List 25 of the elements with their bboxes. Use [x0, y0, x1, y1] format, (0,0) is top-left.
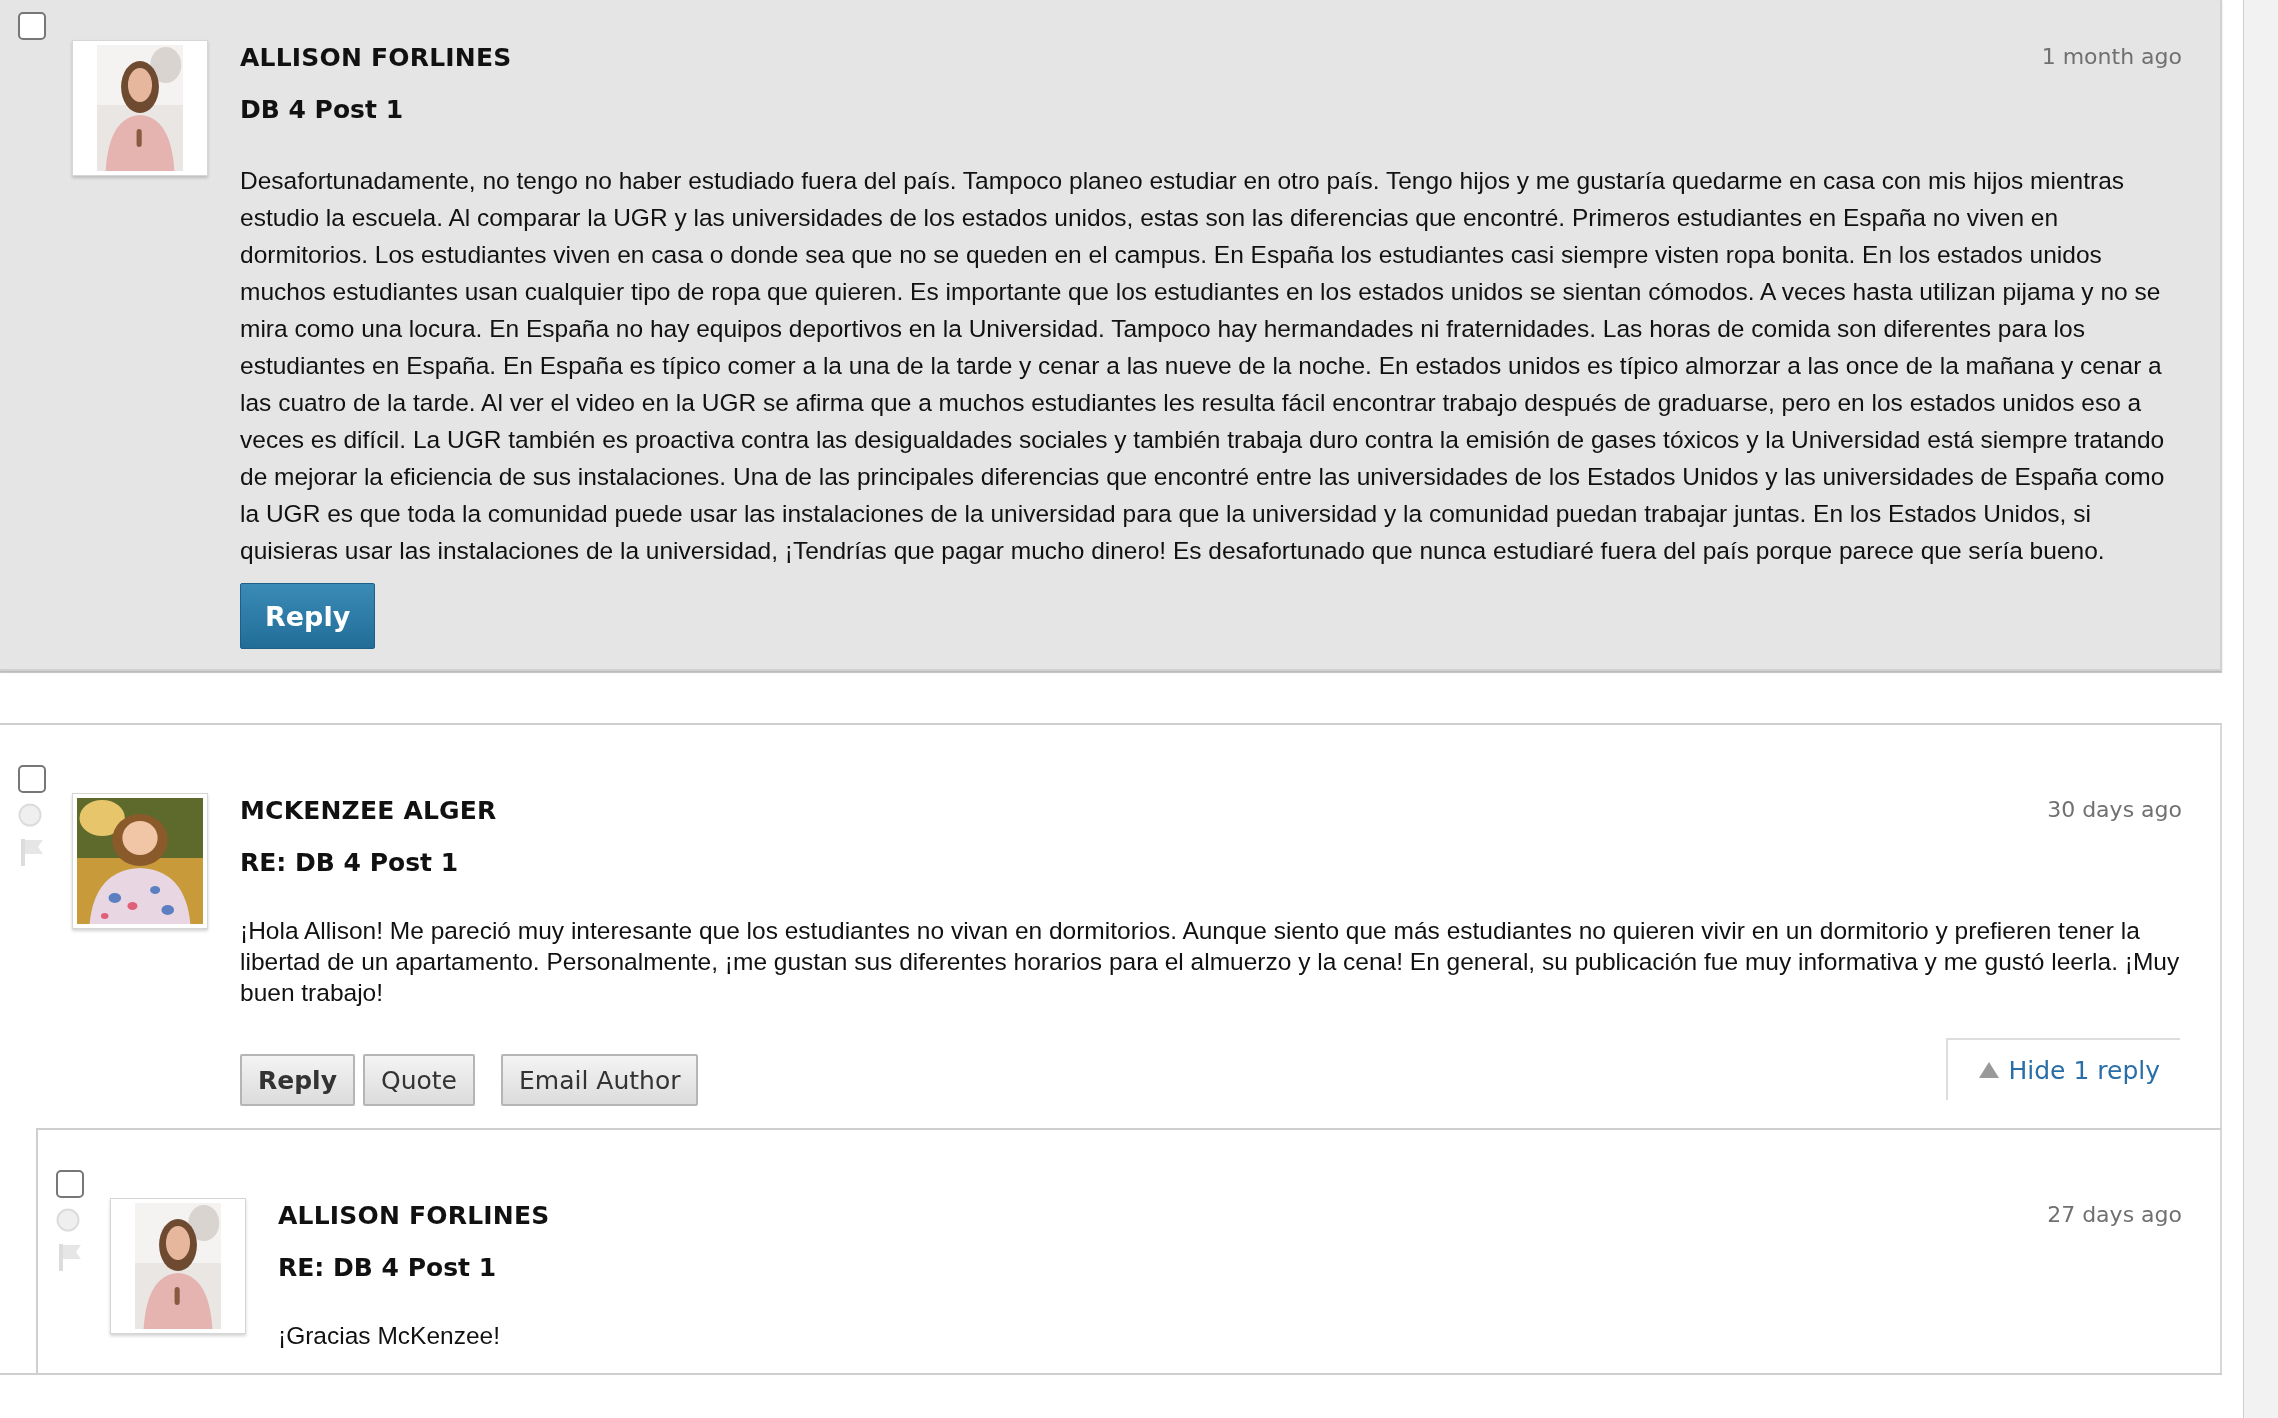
author-name: ALLISON FORLINES [240, 42, 512, 74]
flag-icon[interactable] [20, 837, 46, 867]
unread-dot-icon[interactable] [18, 803, 42, 827]
post-time: 30 days ago [2047, 796, 2182, 824]
post-action-button[interactable]: Email Author [501, 1054, 699, 1106]
post-time: 1 month ago [2041, 43, 2182, 71]
replies-toggle[interactable]: Hide 1 reply [1946, 1038, 2180, 1100]
post-subject: RE: DB 4 Post 1 [278, 1252, 498, 1284]
author-name: ALLISON FORLINES [278, 1200, 550, 1232]
post-subject: DB 4 Post 1 [240, 94, 405, 126]
post-body: ¡Hola Allison! Me pareció muy interesante que los estudiantes no vivan en dormitorios. Aunque siento que más estudiantes no quieren vivir en un dormitorio y prefieren tener la libertad de un apartamento. Personalmente, ¡me gustan sus diferentes horarios para el almuerzo y la cena! En general, su publicación fue muy informativa y me gustó leerla. ¡Muy buen trabajo! [240, 916, 2181, 1008]
post-body: ¡Gracias McKenzee! [278, 1321, 501, 1351]
post-time: 27 days ago [2047, 1201, 2182, 1229]
triangle-icon [1978, 1061, 2001, 1079]
checkbox[interactable] [18, 12, 46, 40]
flag-icon[interactable] [58, 1242, 84, 1272]
post-body: Desafortunadamente, no tengo no haber estudiado fuera del país. Tampoco planeo estudiar en otro país. Tengo hijos y me gustaría quedarme en casa con mis hijos mientras estudio la escuela. Al comparar la UGR y las universidades de los estados unidos, estas son las diferencias que encontré. Primeros estudiantes en España no viven en dormitorios. Los estudiantes viven en casa o donde sea que no se queden en el campus. En España los estudiantes casi siempre visten ropa bonita. En los estados unidos muchos estudiantes usan cualquier tipo de ropa que quieren. Es importante que los estudiantes en los estados unidos se sientan cómodos. A veces hasta utilizan pijama y no se mira como una locura. En España no hay equipos deportivos en la Universidad. Tampoco hay hermandades ni fraternidades. Las horas de comida son diferentes para los estudiantes en España. En España es típico comer a la una de la tarde y cenar a las nueve de la noche. En estados unidos es típico almorzar a las once de la mañana y cenar a las cuatro de la tarde. Al ver el video en la UGR se afirma que a muchos estudiantes les resulta fácil encontrar trabajo después de graduarse, pero en los estados unidos eso a veces es difícil. La UGR también es proactiva contra las desigualdades sociales y también trabaja duro contra la emisión de gases tóxicos y la Universidad está siempre tratando de mejorar la eficiencia de sus instalaciones. Una de las principales diferencias que encontré entre las universidades de los Estados Unidos y las universidades de España como la UGR es que toda la comunidad puede usar las instalaciones de la universidad para que la universidad y la comunidad puedan trabajar juntas. En los Estados Unidos, si quisieras usar las instalaciones de la universidad, ¡Tendrías que pagar mucho dinero! Es desafortunado que nunca estudiaré fuera del país porque parece que sería bueno. [240, 166, 2166, 566]
post-action-button[interactable]: Quote [362, 1054, 475, 1106]
author-name: MCKENZEE ALGER [240, 795, 497, 827]
unread-dot-icon[interactable] [56, 1208, 80, 1232]
checkbox[interactable] [18, 765, 46, 793]
reply-button[interactable]: Reply [240, 1054, 355, 1106]
checkbox[interactable] [56, 1170, 84, 1198]
post-subject: RE: DB 4 Post 1 [240, 847, 460, 879]
reply-button[interactable]: Reply [240, 583, 376, 649]
